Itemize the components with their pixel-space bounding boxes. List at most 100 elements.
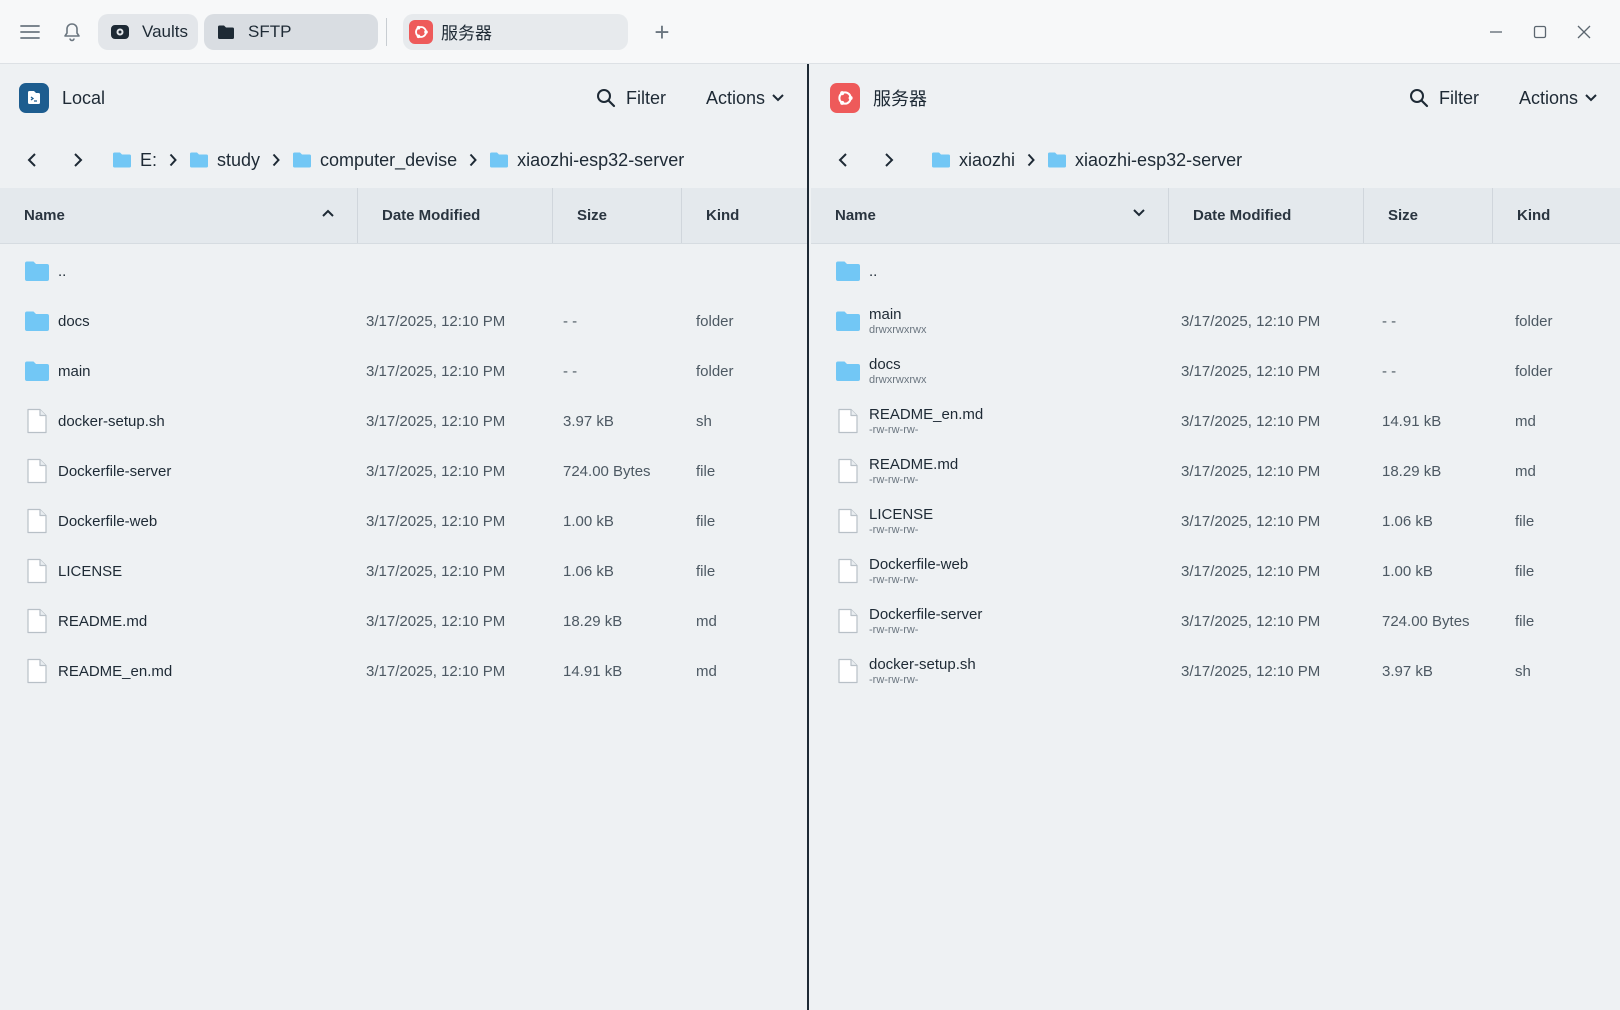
folder-row[interactable]: docs 3/17/2025, 12:10 PM - - folder <box>0 296 807 346</box>
file-icon <box>835 508 861 534</box>
file-size: 1.06 kB <box>1382 512 1433 530</box>
file-row[interactable]: docker-setup.sh 3/17/2025, 12:10 PM 3.97 k… <box>0 396 807 446</box>
maximize-icon[interactable] <box>1518 16 1562 48</box>
file-row[interactable]: Dockerfile-web -rw-rw-rw- 3/17/2025, 12:10… <box>811 546 1620 596</box>
file-size: 3.97 kB <box>563 412 614 430</box>
filter-label: Filter <box>1438 87 1479 108</box>
pane-title: 服务器 <box>873 89 927 109</box>
breadcrumb-item[interactable]: xiaozhi-esp32-server <box>489 150 684 171</box>
date-modified: 3/17/2025, 12:10 PM <box>1181 312 1321 330</box>
file-permissions: drwxrwxrwx <box>869 374 927 386</box>
file-size: 1.00 kB <box>1382 562 1433 580</box>
filter-button[interactable]: Filter <box>596 88 666 109</box>
file-row[interactable]: README.md 3/17/2025, 12:10 PM 18.29 kB md <box>0 596 807 646</box>
file-name: README_en.md <box>58 662 173 680</box>
file-row[interactable]: README_en.md -rw-rw-rw- 3/17/2025, 12:10 P… <box>811 396 1620 446</box>
file-size: 724.00 Bytes <box>1382 612 1470 630</box>
folder-icon <box>216 22 236 42</box>
parent-directory-row[interactable]: .. <box>0 246 807 296</box>
pane-header: Local Filter Actions <box>0 64 807 132</box>
file-size: 18.29 kB <box>563 612 623 630</box>
actions-button[interactable]: Actions <box>1519 88 1598 109</box>
column-name[interactable]: Name <box>811 188 1169 243</box>
date-modified: 3/17/2025, 12:10 PM <box>366 462 506 480</box>
column-size[interactable]: Size <box>553 188 682 243</box>
menu-icon[interactable] <box>14 16 46 48</box>
file-row[interactable]: LICENSE 3/17/2025, 12:10 PM 1.06 kB file <box>0 546 807 596</box>
chevron-right-icon <box>1027 153 1035 167</box>
chevron-up-icon <box>322 209 334 217</box>
forward-icon[interactable] <box>66 148 90 172</box>
file-kind: file <box>1515 612 1535 630</box>
file-list: .. main drwxrwxrwx 3/17/2025, 12:10 PM - -f… <box>811 244 1620 696</box>
parent-directory-row[interactable]: .. <box>811 246 1620 296</box>
file-row[interactable]: README.md -rw-rw-rw- 3/17/2025, 12:10 PM 18… <box>811 446 1620 496</box>
bell-icon[interactable] <box>56 16 88 48</box>
column-date-modified[interactable]: Date Modified <box>358 188 553 243</box>
breadcrumb-item[interactable]: xiaozhi <box>931 150 1015 171</box>
breadcrumb-item[interactable]: computer_devise <box>292 150 457 171</box>
tab-label: SFTP <box>248 21 292 41</box>
file-size: - - <box>1382 362 1397 380</box>
filter-button[interactable]: Filter <box>1409 88 1479 109</box>
back-icon[interactable] <box>831 148 855 172</box>
folder-row[interactable]: docs drwxrwxrwx 3/17/2025, 12:10 PM - - fold… <box>811 346 1620 396</box>
file-size: 1.06 kB <box>563 562 614 580</box>
file-name: Dockerfile-server <box>869 606 983 623</box>
file-name: Dockerfile-web <box>58 512 158 530</box>
file-size: - - <box>563 362 578 380</box>
add-tab-icon[interactable]: + <box>650 19 674 45</box>
folder-icon <box>1048 152 1067 168</box>
file-name: main <box>58 362 91 380</box>
file-icon <box>835 608 861 634</box>
file-row[interactable]: docker-setup.sh -rw-rw-rw- 3/17/2025, 12:1… <box>811 646 1620 696</box>
tab-server[interactable]: 服务器 <box>403 13 628 50</box>
folder-row[interactable]: main 3/17/2025, 12:10 PM - - folder <box>0 346 807 396</box>
file-kind: sh <box>696 412 712 430</box>
column-kind[interactable]: Kind <box>1493 188 1618 243</box>
forward-icon[interactable] <box>877 148 901 172</box>
column-kind[interactable]: Kind <box>682 188 807 243</box>
pane-header: 服务器 Filter Actions <box>811 64 1620 132</box>
file-size: 1.00 kB <box>563 512 614 530</box>
column-name[interactable]: Name <box>0 188 358 243</box>
tab-vaults[interactable]: Vaults <box>98 13 198 50</box>
folder-row[interactable]: main drwxrwxrwx 3/17/2025, 12:10 PM - - fold… <box>811 296 1620 346</box>
file-name: README.md <box>869 456 959 473</box>
file-row[interactable]: LICENSE -rw-rw-rw- 3/17/2025, 12:10 PM 1.06… <box>811 496 1620 546</box>
file-name: Dockerfile-web <box>869 556 969 573</box>
folder-icon <box>835 358 861 384</box>
ubuntu-icon <box>830 83 860 113</box>
date-modified: 3/17/2025, 12:10 PM <box>1181 362 1321 380</box>
actions-button[interactable]: Actions <box>706 88 785 109</box>
breadcrumb-item[interactable]: xiaozhi-esp32-server <box>1047 150 1242 171</box>
tab-sftp[interactable]: SFTP <box>204 13 378 50</box>
file-row[interactable]: README_en.md 3/17/2025, 12:10 PM 14.91 kB m… <box>0 646 807 696</box>
close-icon[interactable] <box>1562 16 1606 48</box>
file-icon <box>835 658 861 684</box>
file-size: 18.29 kB <box>1382 462 1442 480</box>
title-bar: Vaults SFTP 服务器 + <box>0 0 1620 64</box>
minimize-icon[interactable] <box>1474 16 1518 48</box>
back-icon[interactable] <box>20 148 44 172</box>
file-row[interactable]: Dockerfile-web 3/17/2025, 12:10 PM 1.00 kB… <box>0 496 807 546</box>
window-controls <box>1474 16 1606 48</box>
date-modified: 3/17/2025, 12:10 PM <box>366 562 506 580</box>
file-permissions: -rw-rw-rw- <box>869 474 919 486</box>
column-date-modified[interactable]: Date Modified <box>1169 188 1364 243</box>
file-name: main <box>869 306 902 323</box>
date-modified: 3/17/2025, 12:10 PM <box>366 512 506 530</box>
file-row[interactable]: Dockerfile-server -rw-rw-rw- 3/17/2025, 12… <box>811 596 1620 646</box>
file-icon <box>24 408 50 434</box>
date-modified: 3/17/2025, 12:10 PM <box>1181 462 1321 480</box>
breadcrumb-item[interactable]: E: <box>112 150 157 171</box>
breadcrumb-item[interactable]: study <box>189 150 260 171</box>
file-kind: folder <box>696 362 734 380</box>
folder-icon <box>293 152 312 168</box>
file-permissions: -rw-rw-rw- <box>869 424 919 436</box>
date-modified: 3/17/2025, 12:10 PM <box>1181 512 1321 530</box>
date-modified: 3/17/2025, 12:10 PM <box>366 612 506 630</box>
file-row[interactable]: Dockerfile-server 3/17/2025, 12:10 PM 724.… <box>0 446 807 496</box>
date-modified: 3/17/2025, 12:10 PM <box>1181 412 1321 430</box>
column-size[interactable]: Size <box>1364 188 1493 243</box>
